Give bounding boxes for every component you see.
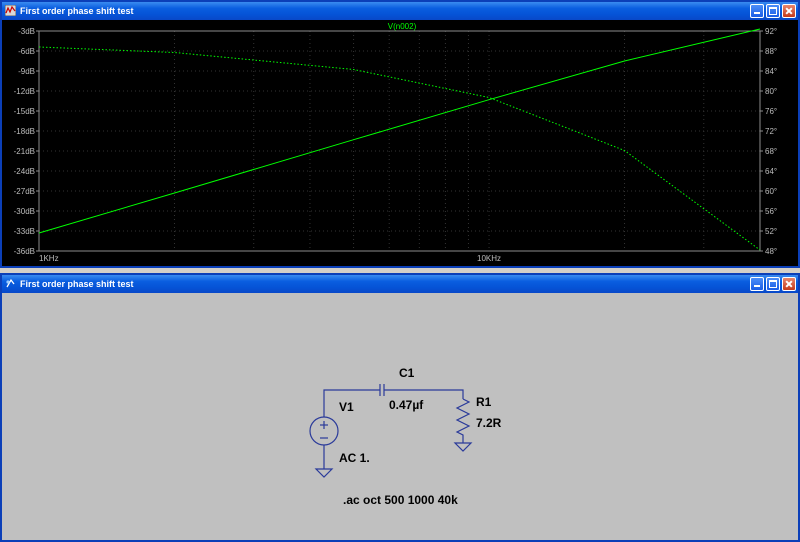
- y-left-tick-label: -27dB: [14, 187, 35, 196]
- r1-name[interactable]: R1: [476, 395, 492, 409]
- waveform-app-icon: [5, 5, 16, 16]
- schematic-canvas[interactable]: C1 0.47µf V1 AC 1. R1 7.2R .ac oct 500 1…: [2, 293, 798, 540]
- r1-value[interactable]: 7.2R: [476, 416, 502, 430]
- phase-trace[interactable]: [38, 46, 761, 251]
- schematic-app-icon: [6, 278, 15, 288]
- y-left-tick-label: -36dB: [14, 247, 35, 256]
- plot-frame: [38, 30, 761, 252]
- schematic-drawing[interactable]: C1 0.47µf V1 AC 1. R1 7.2R .ac oct 500 1…: [2, 293, 798, 540]
- plot-window: First order phase shift test -3dB -6dB -9d…: [0, 0, 800, 268]
- y-left-tick-label: -30dB: [14, 207, 35, 216]
- minimize-button[interactable]: [750, 277, 764, 291]
- axis-labels: -3dB -6dB -9dB -12dB -15dB -18dB -21dB -24dB -27…: [14, 27, 777, 263]
- y-right-tick-label: 80°: [765, 87, 777, 96]
- x-tick-label: 1KHz: [39, 254, 59, 263]
- close-button[interactable]: [782, 277, 796, 291]
- c1-name[interactable]: C1: [399, 366, 415, 380]
- y-right-tick-label: 84°: [765, 67, 777, 76]
- schematic-window-title: First order phase shift test: [20, 279, 134, 289]
- plot-pane[interactable]: -3dB -6dB -9dB -12dB -15dB -18dB -21dB -24dB -27…: [2, 20, 798, 266]
- spice-directive[interactable]: .ac oct 500 1000 40k: [343, 493, 458, 507]
- y-right-tick-label: 56°: [765, 207, 777, 216]
- y-right-tick-label: 92°: [765, 27, 777, 36]
- trace-label[interactable]: V(n002): [388, 22, 417, 31]
- maximize-button[interactable]: [766, 4, 780, 18]
- schematic-window-titlebar[interactable]: First order phase shift test: [2, 275, 798, 293]
- minimize-button[interactable]: [750, 4, 764, 18]
- y-left-tick-label: -6dB: [18, 47, 35, 56]
- y-left-tick-label: -9dB: [18, 67, 35, 76]
- y-left-tick-label: -3dB: [18, 27, 35, 36]
- y-left-tick-label: -24dB: [14, 167, 35, 176]
- close-button[interactable]: [782, 4, 796, 18]
- plot-window-titlebar[interactable]: First order phase shift test: [2, 2, 798, 20]
- y-right-tick-label: 88°: [765, 47, 777, 56]
- resistor-r1[interactable]: [455, 398, 471, 443]
- ground-icon: [314, 468, 334, 478]
- v1-name[interactable]: V1: [339, 400, 354, 414]
- y-left-tick-label: -12dB: [14, 87, 35, 96]
- y-right-tick-label: 68°: [765, 147, 777, 156]
- plot-grid: [38, 30, 761, 252]
- y-right-tick-label: 60°: [765, 187, 777, 196]
- y-right-tick-label: 64°: [765, 167, 777, 176]
- x-tick-label: 10KHz: [477, 254, 501, 263]
- y-left-tick-label: -15dB: [14, 107, 35, 116]
- plot-window-title: First order phase shift test: [20, 6, 134, 16]
- y-right-tick-label: 76°: [765, 107, 777, 116]
- y-right-tick-label: 72°: [765, 127, 777, 136]
- schematic-window: First order phase shift test C1 0.47µf V…: [0, 273, 800, 542]
- bode-plot[interactable]: -3dB -6dB -9dB -12dB -15dB -18dB -21dB -24dB -27…: [2, 20, 798, 266]
- ground-icon: [453, 442, 473, 452]
- y-right-tick-label: 48°: [765, 247, 777, 256]
- y-left-tick-label: -18dB: [14, 127, 35, 136]
- y-right-tick-label: 52°: [765, 227, 777, 236]
- trace-layer: [38, 28, 761, 251]
- y-left-tick-label: -33dB: [14, 227, 35, 236]
- maximize-button[interactable]: [766, 277, 780, 291]
- v1-value[interactable]: AC 1.: [339, 451, 370, 465]
- y-left-tick-label: -21dB: [14, 147, 35, 156]
- c1-value[interactable]: 0.47µf: [389, 398, 424, 412]
